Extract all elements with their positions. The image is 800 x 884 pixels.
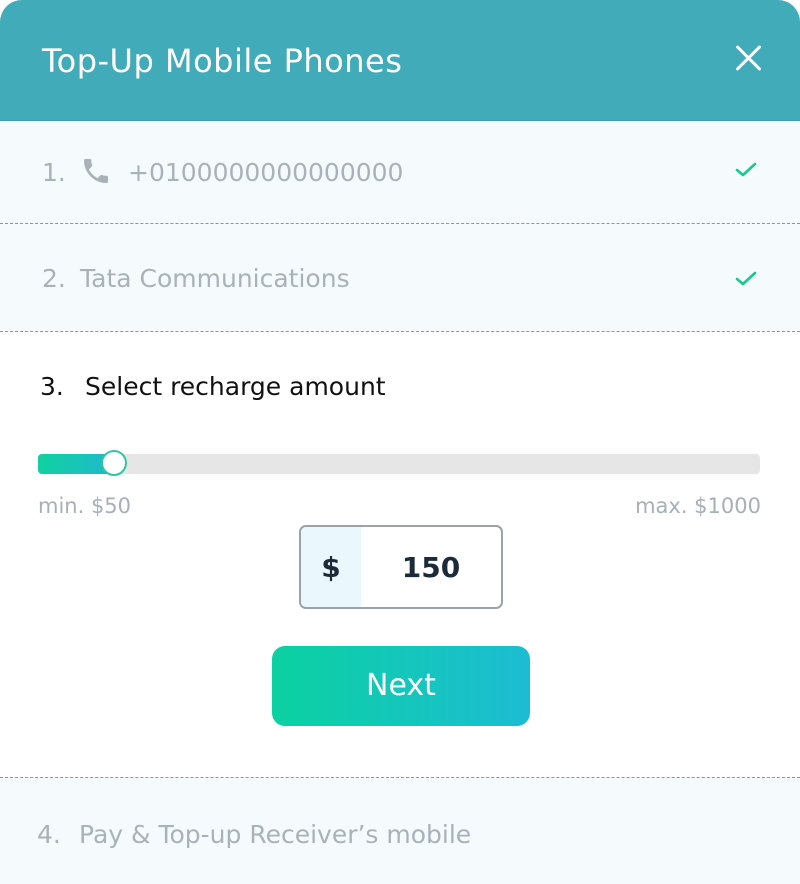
amount-field: $ (299, 525, 503, 609)
amount-input[interactable] (361, 527, 501, 607)
max-amount-label: max. $1000 (635, 494, 761, 518)
step-title: Pay & Top-up Receiver’s mobile (79, 820, 472, 849)
step-number: 4. (37, 820, 61, 849)
step-pay[interactable]: 4. Pay & Top-up Receiver’s mobile (0, 777, 800, 884)
top-up-modal: Top-Up Mobile Phones 1. +010000000000000… (0, 0, 800, 884)
step-number: 3. (40, 372, 64, 401)
phone-icon (80, 155, 112, 187)
step-title: Select recharge amount (85, 372, 386, 401)
step-recharge-amount: 3. Select recharge amount min. $50 max. … (0, 332, 800, 776)
currency-symbol: $ (301, 527, 361, 607)
min-amount-label: min. $50 (38, 494, 132, 518)
modal-title: Top-Up Mobile Phones (42, 42, 403, 80)
close-icon[interactable] (731, 40, 767, 76)
next-button[interactable]: Next (272, 646, 530, 726)
check-icon (735, 162, 757, 178)
step-number: 1. (42, 158, 66, 187)
operator-name: Tata Communications (80, 264, 350, 293)
step-operator[interactable]: 2. Tata Communications (0, 224, 800, 332)
modal-header: Top-Up Mobile Phones (0, 0, 800, 121)
phone-number-value: +0100000000000000 (128, 158, 404, 187)
amount-slider-track[interactable] (38, 450, 760, 476)
check-icon (735, 271, 757, 287)
amount-slider-thumb[interactable] (101, 450, 127, 476)
step-number: 2. (42, 264, 66, 293)
step-phone-number[interactable]: 1. +0100000000000000 (0, 121, 800, 224)
